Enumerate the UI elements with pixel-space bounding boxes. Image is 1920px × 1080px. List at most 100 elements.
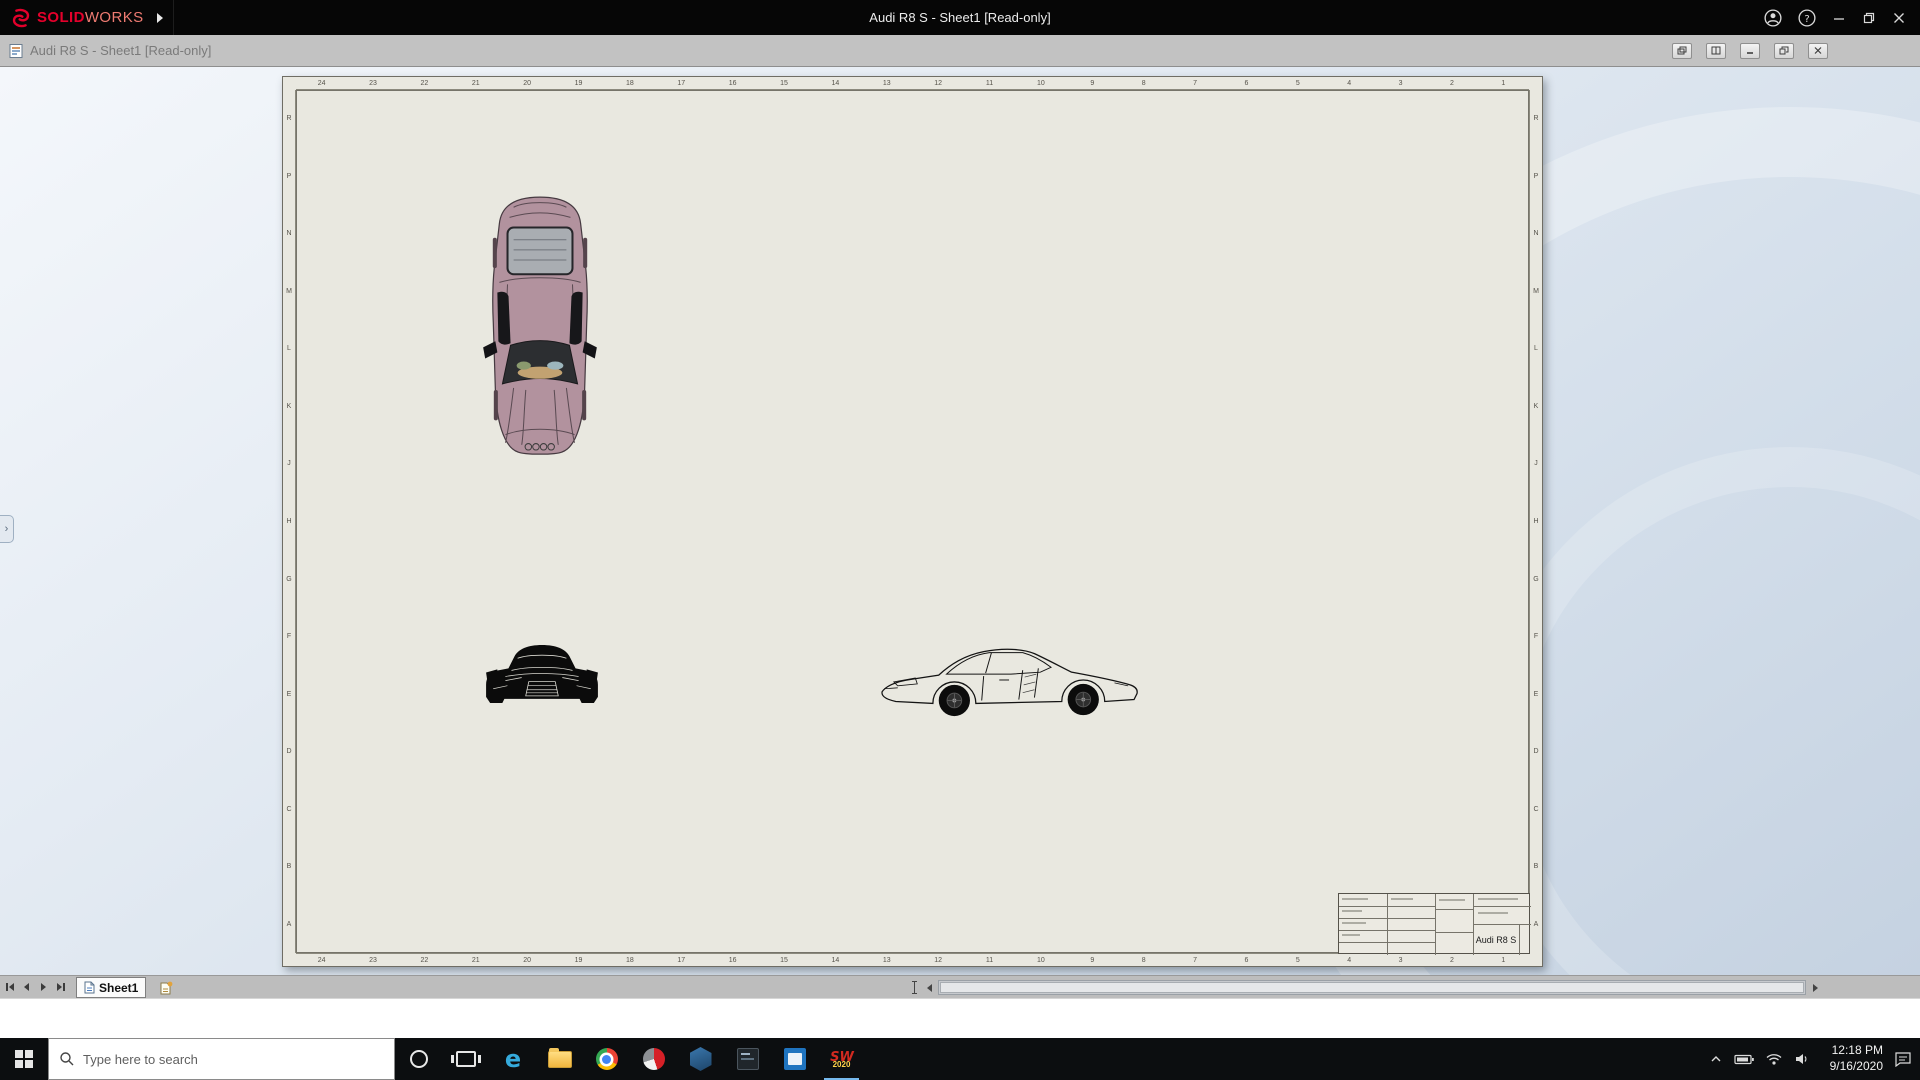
taskbar-solidworks-button[interactable]: SW 2020 [818, 1038, 865, 1080]
tab-sheet1[interactable]: Sheet1 [76, 977, 146, 998]
zone-label: 12 [913, 77, 964, 89]
hscroll-right-arrow[interactable] [1808, 980, 1822, 995]
app-titlebar: SOLIDWORKS Audi R8 S - Sheet1 [Read-only… [0, 0, 1920, 35]
taskbar-app1-button[interactable] [630, 1038, 677, 1080]
account-button[interactable] [1764, 9, 1782, 27]
file-explorer-icon [548, 1051, 572, 1068]
chevron-up-icon [1709, 1052, 1723, 1066]
add-sheet-icon [160, 981, 173, 995]
windows-taskbar: e SW 2020 [0, 1038, 1920, 1080]
zone-label: 2 [1426, 954, 1477, 966]
titleblock-text-line [1391, 898, 1413, 900]
feature-manager-expand-tab[interactable]: › [0, 515, 14, 543]
titleblock-text-line [1478, 912, 1508, 914]
zone-label: G [283, 550, 295, 608]
zone-label: N [283, 205, 295, 263]
taskbar-clock[interactable]: 12:18 PM 9/16/2020 [1821, 1043, 1883, 1074]
taskbar-app3-button[interactable] [771, 1038, 818, 1080]
solidworks-logo-icon [10, 7, 32, 29]
titleblock-line [1387, 894, 1388, 955]
document-title: Audi R8 S - Sheet1 [Read-only] [30, 43, 211, 58]
zone-label: R [283, 90, 295, 148]
horizontal-scrollbar[interactable] [938, 980, 1806, 995]
graphics-area[interactable]: › 24232221201918171615141312111098765432… [0, 67, 1920, 975]
tile-windows-icon [1711, 46, 1721, 55]
edge-icon: e [500, 1046, 526, 1072]
taskbar-app-hexagon-button[interactable] [677, 1038, 724, 1080]
zone-label: P [1530, 148, 1542, 206]
minimize-button[interactable] [1832, 11, 1846, 25]
previous-sheet-button[interactable] [19, 979, 34, 995]
tray-network-button[interactable] [1765, 1052, 1783, 1066]
taskbar-taskview-button[interactable] [442, 1038, 489, 1080]
doc-restore-button[interactable] [1774, 43, 1794, 59]
zone-label: 15 [758, 954, 809, 966]
hscroll-left-arrow[interactable] [922, 980, 936, 995]
taskbar-app2-button[interactable] [724, 1038, 771, 1080]
zone-label: 10 [1015, 77, 1066, 89]
restore-button[interactable] [1862, 11, 1876, 25]
zone-label: 7 [1169, 77, 1220, 89]
doc-minimize-button[interactable] [1740, 43, 1760, 59]
zone-label: 9 [1067, 954, 1118, 966]
zone-label: F [1530, 608, 1542, 666]
taskbar-edge-button[interactable]: e [489, 1038, 536, 1080]
drawing-sheet[interactable]: 242322212019181716151413121110987654321 … [282, 76, 1543, 967]
brand-expand-arrow-icon[interactable] [157, 13, 163, 23]
window-title: Audi R8 S - Sheet1 [Read-only] [0, 0, 1920, 35]
taskbar-search[interactable] [48, 1038, 395, 1080]
document-titlebar: Audi R8 S - Sheet1 [Read-only] [0, 35, 1920, 67]
last-sheet-icon [63, 983, 65, 991]
taskbar-cortana-button[interactable] [395, 1038, 442, 1080]
zone-label: 24 [296, 954, 347, 966]
wifi-icon [1765, 1052, 1783, 1066]
front-view-drawing[interactable] [481, 632, 603, 717]
add-sheet-button[interactable] [152, 978, 180, 997]
help-icon: ? [1798, 9, 1816, 27]
tray-volume-button[interactable] [1794, 1052, 1810, 1066]
doc-close-button[interactable] [1808, 43, 1828, 59]
next-sheet-icon [41, 983, 46, 991]
zone-label: 24 [296, 77, 347, 89]
side-view-drawing[interactable] [870, 638, 1152, 721]
zone-label: N [1530, 205, 1542, 263]
close-button[interactable] [1892, 11, 1906, 25]
help-button[interactable]: ? [1798, 9, 1816, 27]
zone-label: 14 [810, 954, 861, 966]
status-bar [0, 998, 1920, 1038]
minimize-icon [1832, 11, 1846, 25]
tray-show-hidden-button[interactable] [1709, 1052, 1723, 1066]
zone-label: 1 [1478, 954, 1529, 966]
solidworks-year-badge: 2020 [833, 1061, 851, 1069]
doc-tile-button[interactable] [1706, 43, 1726, 59]
zone-label: A [283, 895, 295, 953]
next-sheet-button[interactable] [36, 979, 51, 995]
taskbar-explorer-button[interactable] [536, 1038, 583, 1080]
zone-letters-left: RPNMLKJHGFEDCBA [283, 90, 296, 953]
sheet-tabbar: Sheet1 [0, 975, 1920, 998]
zone-label: L [283, 320, 295, 378]
titleblock-line [1435, 932, 1473, 933]
tab-scroll-splitter[interactable] [911, 979, 918, 996]
zone-label: 11 [964, 954, 1015, 966]
action-center-button[interactable] [1894, 1051, 1912, 1067]
zone-label: 22 [399, 954, 450, 966]
first-sheet-button[interactable] [2, 979, 17, 995]
app-icon-red [643, 1048, 665, 1070]
taskbar-chrome-button[interactable] [583, 1038, 630, 1080]
zone-label: 3 [1375, 954, 1426, 966]
scroll-right-icon [1813, 984, 1818, 992]
titleblock-text-line [1342, 910, 1362, 912]
tray-battery-button[interactable] [1734, 1052, 1754, 1066]
doc-cascade-button[interactable] [1672, 43, 1692, 59]
zone-label: 21 [450, 954, 501, 966]
zone-label: 13 [861, 77, 912, 89]
chrome-icon [596, 1048, 618, 1070]
brand-solid-text: SOLID [37, 9, 85, 26]
start-button[interactable] [0, 1038, 48, 1080]
zone-label: 19 [553, 954, 604, 966]
top-view-drawing[interactable] [479, 191, 601, 460]
last-sheet-button[interactable] [53, 979, 68, 995]
search-input[interactable] [83, 1052, 343, 1067]
horizontal-scrollbar-thumb[interactable] [940, 982, 1804, 993]
